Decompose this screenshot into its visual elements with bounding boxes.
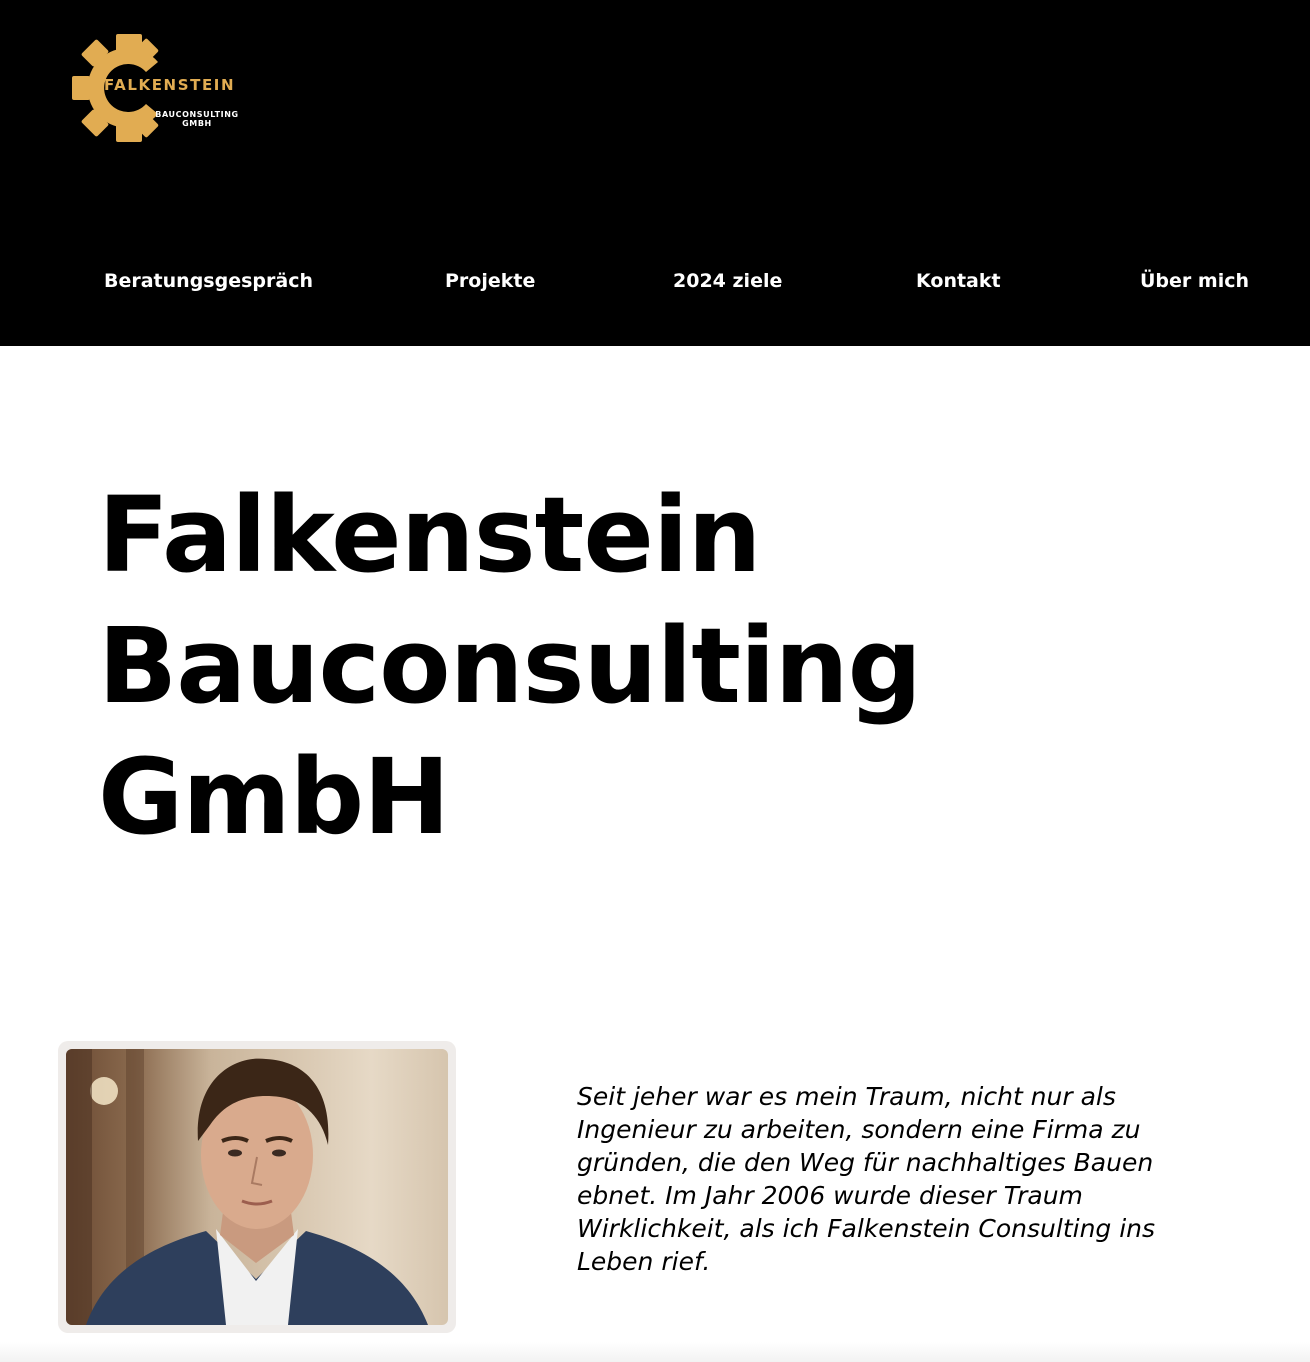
bottom-shadow bbox=[0, 1342, 1310, 1362]
nav-item-2024-ziele[interactable]: 2024 ziele bbox=[673, 268, 782, 294]
page-title-line-2: Bauconsulting bbox=[98, 605, 922, 727]
site-header: FALKENSTEIN BAUCONSULTING GMBH Beratungs… bbox=[0, 0, 1310, 346]
page-title-line-3: GmbH bbox=[98, 736, 450, 858]
nav-item-ueber-mich[interactable]: Über mich bbox=[1140, 268, 1249, 294]
page-title: Falkenstein Bauconsulting GmbH bbox=[98, 470, 922, 863]
nav-item-kontakt[interactable]: Kontakt bbox=[916, 268, 1001, 294]
logo-subline: BAUCONSULTING GMBH bbox=[152, 110, 242, 128]
logo-subline-1: BAUCONSULTING bbox=[155, 110, 239, 119]
logo-subline-2: GMBH bbox=[182, 119, 212, 128]
portrait-photo bbox=[66, 1049, 448, 1325]
nav-item-beratungsgespraech[interactable]: Beratungsgespräch bbox=[104, 268, 313, 294]
portrait-card bbox=[58, 1041, 456, 1333]
company-logo[interactable]: FALKENSTEIN BAUCONSULTING GMBH bbox=[72, 32, 252, 144]
page-title-line-1: Falkenstein bbox=[98, 474, 762, 596]
nav-item-projekte[interactable]: Projekte bbox=[445, 268, 535, 294]
logo-wordmark: FALKENSTEIN bbox=[104, 76, 236, 94]
about-intro-text: Seit jeher war es mein Traum, nicht nur … bbox=[577, 1082, 1156, 1276]
